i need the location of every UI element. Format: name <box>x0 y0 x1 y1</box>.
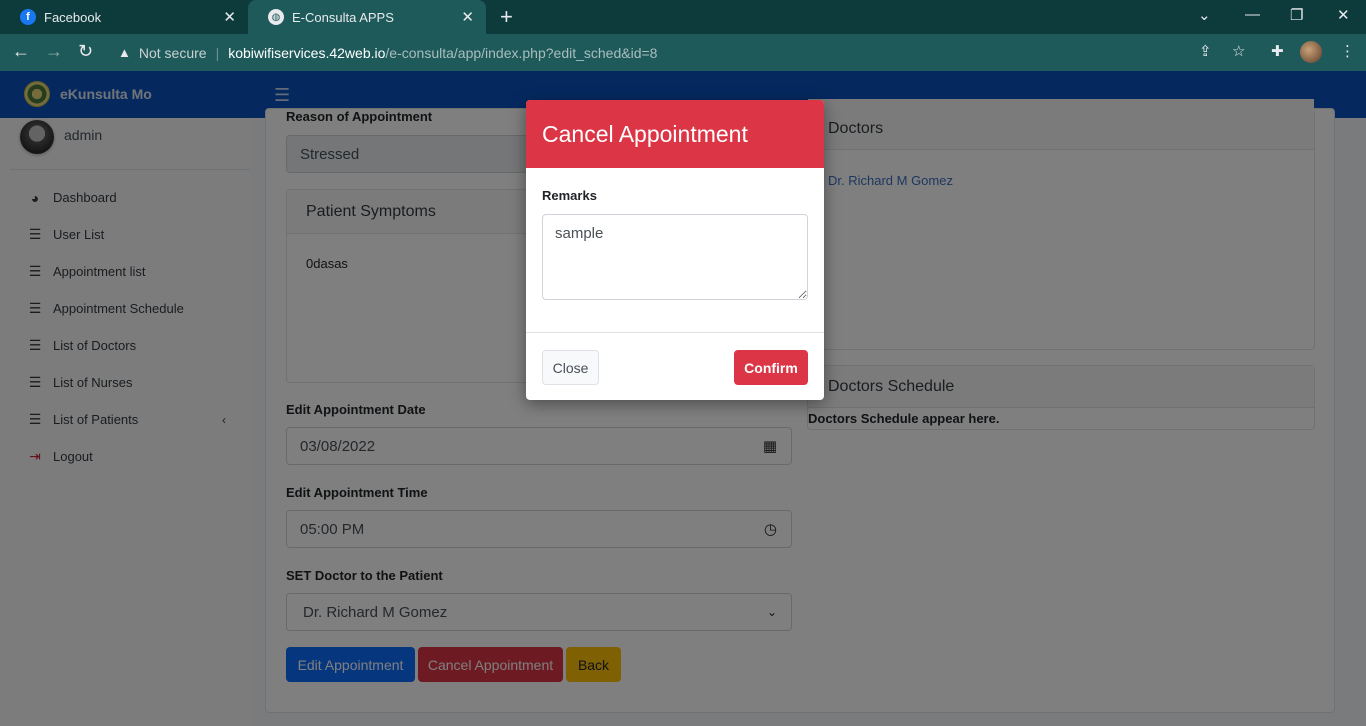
modal-footer: Close Confirm <box>526 332 824 400</box>
forward-arrow-icon[interactable]: → <box>45 41 63 62</box>
facebook-icon: f <box>20 9 36 25</box>
divider: | <box>215 44 220 61</box>
close-tab-icon[interactable]: ✕ <box>461 8 474 26</box>
browser-tab-facebook[interactable]: f Facebook ✕ <box>0 0 248 34</box>
warning-icon: ▲ <box>118 45 131 60</box>
browser-tab-econsulta[interactable]: ◍ E-Consulta APPS ✕ <box>248 0 486 34</box>
tab-title: E-Consulta APPS <box>292 9 394 25</box>
close-button[interactable]: Close <box>542 350 599 385</box>
browser-tab-strip: f Facebook ✕ ◍ E-Consulta APPS ✕ + ⌄ — ❐… <box>0 0 1366 34</box>
extensions-puzzle-icon[interactable]: ✚ <box>1271 42 1284 60</box>
url-host: kobiwifiservices.42web.io <box>228 44 386 61</box>
profile-avatar[interactable] <box>1300 41 1322 63</box>
remarks-textarea[interactable]: sample <box>542 214 808 300</box>
minimize-button[interactable]: — <box>1245 6 1260 23</box>
bookmark-star-icon[interactable]: ☆ <box>1232 42 1245 60</box>
cancel-appointment-modal: Cancel Appointment Remarks sample Close … <box>526 100 824 400</box>
remarks-label: Remarks <box>542 188 597 203</box>
address-bar[interactable]: ▲ Not secure | kobiwifiservices.42web.io… <box>108 38 1258 67</box>
close-tab-icon[interactable]: ✕ <box>223 8 236 26</box>
tab-title: Facebook <box>44 9 102 25</box>
new-tab-button[interactable]: + <box>500 6 513 28</box>
url-path: /e-consulta/app/index.php?edit_sched&id=… <box>385 44 658 61</box>
reload-icon[interactable]: ↻ <box>78 41 93 62</box>
share-icon[interactable]: ⇪ <box>1199 42 1212 60</box>
back-arrow-icon[interactable]: ← <box>12 41 30 62</box>
restore-button[interactable]: ❐ <box>1290 6 1303 24</box>
modal-title: Cancel Appointment <box>526 100 824 168</box>
browser-menu-icon[interactable]: ⋮ <box>1340 42 1355 60</box>
tab-search-icon[interactable]: ⌄ <box>1198 6 1211 24</box>
browser-toolbar: ← → ↻ ▲ Not secure | kobiwifiservices.42… <box>0 34 1366 71</box>
close-window-button[interactable]: ✕ <box>1337 6 1350 24</box>
security-label: Not secure <box>138 44 207 61</box>
globe-icon: ◍ <box>268 9 284 25</box>
confirm-button[interactable]: Confirm <box>734 350 808 385</box>
